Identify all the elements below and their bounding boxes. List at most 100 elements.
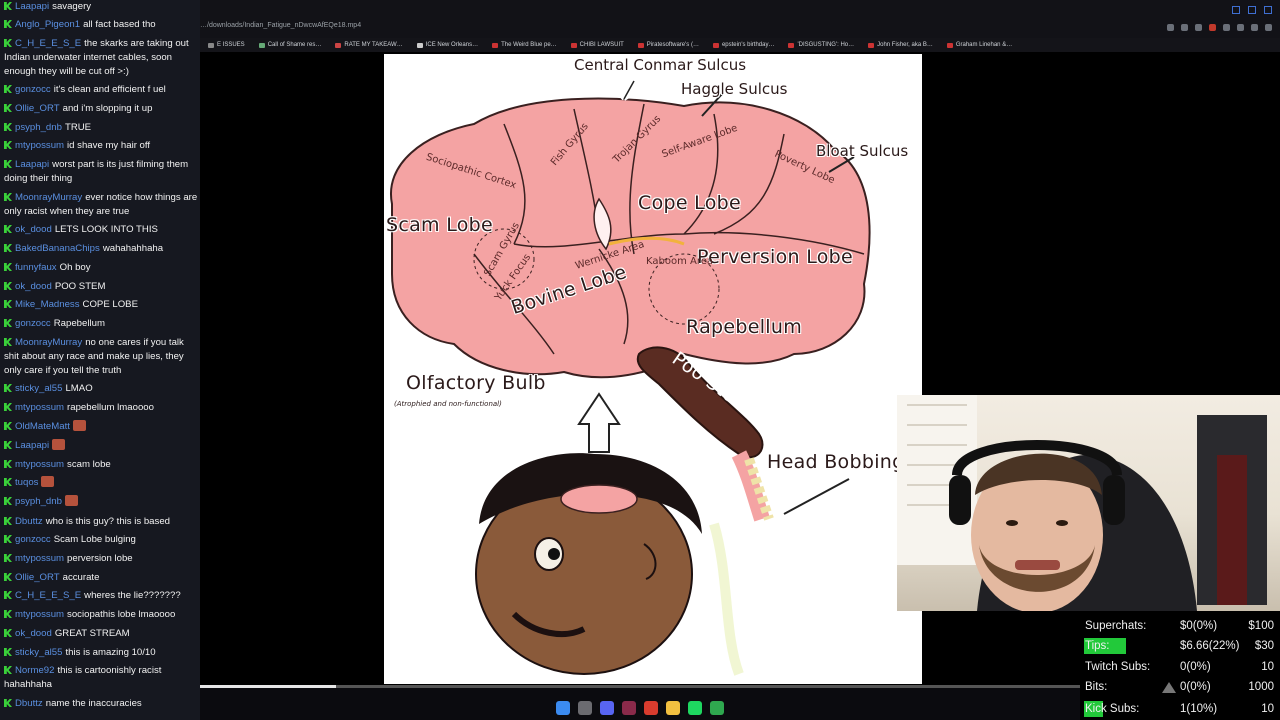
shield-icon[interactable] xyxy=(1223,24,1230,31)
chat-username[interactable]: psyph_dnb xyxy=(15,496,62,507)
label-cope-lobe: Cope Lobe xyxy=(638,192,742,214)
bookmark-icon[interactable] xyxy=(1195,24,1202,31)
kick-badge-icon xyxy=(4,123,12,131)
favicon-icon xyxy=(492,42,499,48)
chat-username[interactable]: MoonrayMurray xyxy=(15,337,82,348)
chat-username[interactable]: mtypossum xyxy=(15,609,64,620)
chat-username[interactable]: Dbuttz xyxy=(15,516,43,527)
goal-label: Superchats: xyxy=(1085,620,1147,632)
chat-username[interactable]: Dbuttz xyxy=(15,698,43,709)
chat-text: LMAO xyxy=(65,383,93,394)
chat-text: rapebellum lmaoooo xyxy=(67,402,154,413)
chat-username[interactable]: Ollie_ORT xyxy=(15,103,60,114)
chat-username[interactable]: sticky_al55 xyxy=(15,647,62,658)
chat-username[interactable]: Laapapi xyxy=(15,440,49,451)
chat-username[interactable]: mtypossum xyxy=(15,402,64,413)
taskbar xyxy=(200,697,1080,720)
chat-username[interactable]: mtypossum xyxy=(15,459,64,470)
video-progress-bar[interactable] xyxy=(200,685,1080,688)
chat-username[interactable]: C_H_E_E_S_E xyxy=(15,590,81,601)
bookmark-item[interactable]: epstein's birthday… xyxy=(712,42,774,48)
kick-badge-icon xyxy=(4,535,12,543)
bookmark-item[interactable]: Piratesoftware's (… xyxy=(637,42,699,48)
chat-text: Oh boy xyxy=(59,262,91,273)
puzzle-icon[interactable] xyxy=(1251,24,1258,31)
chat-message: sticky_al55 this is amazing 10/10 xyxy=(4,646,198,660)
bookmark-item[interactable]: The Weird Blue pe… xyxy=(492,42,557,48)
bookmark-item[interactable]: ICE New Orleans… xyxy=(416,42,478,48)
search-icon[interactable] xyxy=(578,701,592,715)
goal-row-twitch-subs: Twitch Subs: 0(0%) 10 xyxy=(1084,658,1276,676)
kick-badge-icon xyxy=(4,497,12,505)
bookmark-item[interactable]: John Fisher, aka B… xyxy=(868,42,933,48)
chat-username[interactable]: gonzocc xyxy=(15,534,51,545)
browser-icon[interactable] xyxy=(644,701,658,715)
chat-username[interactable]: OldMateMatt xyxy=(15,421,70,432)
chat-message: OldMateMatt xyxy=(4,420,198,434)
chat-username[interactable]: sticky_al55 xyxy=(15,383,62,394)
goal-value: 0(0%) xyxy=(1180,661,1211,673)
chat-message: MoonrayMurray ever notice how things are … xyxy=(4,191,198,219)
bookmark-item[interactable]: E ISSUES xyxy=(208,42,245,48)
kick-badge-icon xyxy=(4,85,12,93)
bookmark-item[interactable]: 'DISGUSTING': Ho… xyxy=(788,42,854,48)
label-perversion-lobe: Perversion Lobe xyxy=(697,246,854,268)
goal-value: $0(0%) xyxy=(1180,620,1218,632)
chat-text: scam lobe xyxy=(67,459,111,470)
bookmark-item[interactable]: Graham Linehan &… xyxy=(946,42,1013,48)
chat-username[interactable]: mtypossum xyxy=(15,553,64,564)
chat-username[interactable]: Mike_Madness xyxy=(15,299,80,310)
goal-target: 10 xyxy=(1261,661,1274,673)
chat-username[interactable]: mtypossum xyxy=(15,140,64,151)
kick-badge-icon xyxy=(4,2,12,10)
chat-username[interactable]: C_H_E_E_S_E xyxy=(15,38,81,49)
folder-icon[interactable] xyxy=(666,701,680,715)
chat-username[interactable]: Ollie_ORT xyxy=(15,572,60,583)
goal-target: 10 xyxy=(1261,703,1274,715)
chat-username[interactable]: ok_dood xyxy=(15,281,52,292)
spotify-icon[interactable] xyxy=(688,701,702,715)
play-icon[interactable] xyxy=(1181,24,1188,31)
windows-start-icon[interactable] xyxy=(556,701,570,715)
bookmark-item[interactable]: RATE MY TAKEAW… xyxy=(335,42,403,48)
chat-username[interactable]: tuqos xyxy=(15,477,38,488)
bookmark-item[interactable]: CHIBI LAWSUIT xyxy=(570,42,624,48)
window-controls[interactable] xyxy=(1232,6,1272,14)
browser-extension-icons[interactable] xyxy=(1167,24,1272,31)
chat-text: POO STEM xyxy=(54,281,106,292)
menu-icon[interactable] xyxy=(1265,24,1272,31)
label-haggle-sulcus: Haggle Sulcus xyxy=(681,80,788,98)
chat-username[interactable]: Norme92 xyxy=(15,665,54,676)
extension-icon[interactable] xyxy=(1167,24,1174,31)
chat-username[interactable]: ok_dood xyxy=(15,628,52,639)
bits-icon xyxy=(1162,682,1176,693)
discord-icon[interactable] xyxy=(600,701,614,715)
kick-badge-icon xyxy=(4,441,12,449)
chat-username[interactable]: gonzocc xyxy=(15,84,51,95)
chat-message: gonzocc it's clean and efficient f uel xyxy=(4,83,198,97)
bookmark-item[interactable]: Call of Shame res… xyxy=(258,42,321,48)
obs-icon[interactable] xyxy=(710,701,724,715)
chat-username[interactable]: MoonrayMurray xyxy=(15,192,82,203)
chat-username[interactable]: BakedBananaChips xyxy=(15,243,100,254)
chat-text: this is amazing 10/10 xyxy=(65,647,156,658)
chat-message: ok_dood GREAT STREAM xyxy=(4,627,198,641)
bookmark-label: John Fisher, aka B… xyxy=(877,42,933,48)
emote-icon xyxy=(72,420,86,431)
chat-username[interactable]: funnyfaux xyxy=(15,262,57,273)
chat-username[interactable]: psyph_dnb xyxy=(15,122,62,133)
webcam-feed xyxy=(897,395,1280,611)
app-icon[interactable] xyxy=(622,701,636,715)
chat-username[interactable]: Laapapi xyxy=(15,159,49,170)
chat-username[interactable]: gonzocc xyxy=(15,318,51,329)
bookmark-label: Graham Linehan &… xyxy=(955,42,1013,48)
chat-username[interactable]: Laapapi xyxy=(15,1,49,12)
chat-text: perversion lobe xyxy=(67,553,133,564)
youtube-extension-icon[interactable] xyxy=(1209,24,1216,31)
address-bar[interactable]: …/downloads/Indian_Fatigue_nDwcwAfEQe18.… xyxy=(200,22,361,29)
chat-username[interactable]: ok_dood xyxy=(15,224,52,235)
chat-username[interactable]: Anglo_Pigeon1 xyxy=(15,19,80,30)
kick-badge-icon xyxy=(4,160,12,168)
download-icon[interactable] xyxy=(1237,24,1244,31)
goal-label: Tips: xyxy=(1085,640,1110,652)
